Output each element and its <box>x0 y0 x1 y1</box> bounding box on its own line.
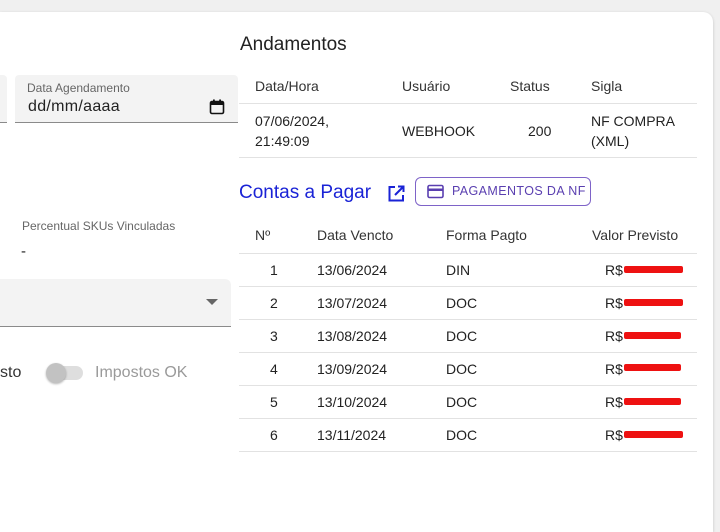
contas-header-forma: Forma Pagto <box>446 227 527 243</box>
contas-row-forma: DOC <box>446 427 478 443</box>
contas-row-divider <box>239 418 697 419</box>
calendar-icon[interactable] <box>209 99 225 115</box>
contas-row-n: 6 <box>270 427 278 443</box>
contas-row-currency: R$ <box>605 328 623 344</box>
open-in-new-icon[interactable] <box>386 184 406 204</box>
percent-skus-value: - <box>21 243 27 260</box>
contas-row-divider <box>239 319 697 320</box>
redacted-value <box>624 266 683 273</box>
contas-row-data: 13/08/2024 <box>317 328 388 344</box>
contas-row-data: 13/10/2024 <box>317 394 388 410</box>
contas-row-n: 3 <box>270 328 278 344</box>
pagamentos-nf-label: PAGAMENTOS DA NF <box>452 184 586 198</box>
contas-row-forma: DOC <box>446 394 478 410</box>
select-field[interactable] <box>0 279 231 327</box>
contas-a-pagar-link[interactable]: Contas a Pagar <box>239 182 371 204</box>
contas-row-forma: DOC <box>446 295 478 311</box>
contas-row-forma: DOC <box>446 361 478 377</box>
andamentos-title: Andamentos <box>240 34 347 55</box>
andamentos-row-sigla-line1: NF COMPRA <box>591 113 675 129</box>
contas-row-data: 13/06/2024 <box>317 262 388 278</box>
contas-row-n: 5 <box>270 394 278 410</box>
contas-row-divider <box>239 451 697 452</box>
previous-field[interactable] <box>0 75 7 123</box>
contas-row-n: 4 <box>270 361 278 377</box>
impostos-ok-toggle-knob[interactable] <box>46 363 66 383</box>
pagamentos-nf-button[interactable]: PAGAMENTOS DA NF <box>415 177 591 206</box>
contas-row-currency: R$ <box>605 394 623 410</box>
impostos-ok-label: Impostos OK <box>95 364 188 381</box>
contas-row-currency: R$ <box>605 262 623 278</box>
redacted-value <box>624 431 683 438</box>
redacted-value <box>624 364 681 371</box>
andamentos-header-status: Status <box>510 78 550 94</box>
partial-toggle-label: sto <box>0 364 22 381</box>
andamentos-header-divider <box>239 103 697 104</box>
caret-down-icon[interactable] <box>206 299 218 307</box>
credit-card-icon <box>427 184 444 199</box>
redacted-value <box>624 299 683 306</box>
contas-row-n: 1 <box>270 262 278 278</box>
contas-row-currency: R$ <box>605 361 623 377</box>
andamentos-row-usuario: WEBHOOK <box>402 123 476 139</box>
contas-header-divider <box>239 253 697 254</box>
date-scheduling-input[interactable]: dd/mm/aaaa <box>28 98 120 116</box>
contas-row-n: 2 <box>270 295 278 311</box>
andamentos-header-sigla: Sigla <box>591 78 623 94</box>
contas-row-currency: R$ <box>605 427 623 443</box>
redacted-value <box>624 398 681 405</box>
contas-header-n: Nº <box>255 227 271 243</box>
contas-row-divider <box>239 385 697 386</box>
andamentos-row-datahora-line1: 07/06/2024, <box>255 113 329 129</box>
contas-row-forma: DIN <box>446 262 471 278</box>
contas-row-forma: DOC <box>446 328 478 344</box>
andamentos-header-usuario: Usuário <box>402 78 451 94</box>
contas-header-valor: Valor Previsto <box>592 227 679 243</box>
contas-header-data: Data Vencto <box>317 227 394 243</box>
contas-row-data: 13/07/2024 <box>317 295 388 311</box>
contas-row-currency: R$ <box>605 295 623 311</box>
andamentos-row-datahora-line2: 21:49:09 <box>255 133 310 149</box>
date-scheduling-label: Data Agendamento <box>27 81 130 95</box>
contas-row-data: 13/11/2024 <box>317 427 387 443</box>
contas-row-divider <box>239 286 697 287</box>
andamentos-header-datahora: Data/Hora <box>255 78 319 94</box>
redacted-value <box>624 332 681 339</box>
andamentos-row-status: 200 <box>528 123 552 139</box>
andamentos-row-sigla-line2: (XML) <box>591 133 630 149</box>
andamentos-row-divider <box>239 157 697 158</box>
percent-skus-label: Percentual SKUs Vinculadas <box>22 219 176 233</box>
contas-row-data: 13/09/2024 <box>317 361 388 377</box>
contas-row-divider <box>239 352 697 353</box>
